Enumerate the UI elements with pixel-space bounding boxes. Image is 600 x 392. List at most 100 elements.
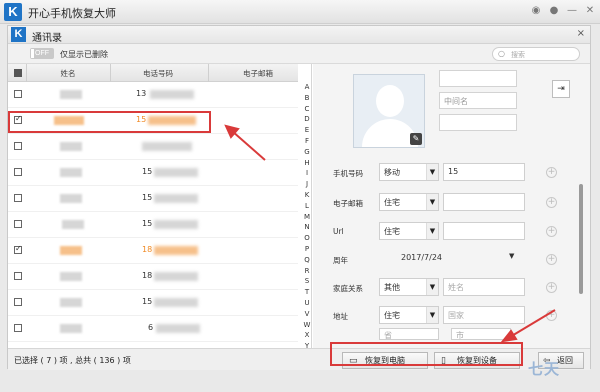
table-row[interactable]: 13 <box>8 82 298 108</box>
alphabet-index[interactable]: ABCDEFGHIJKLMNOPQRSTUVWXYZ <box>302 82 312 363</box>
relation-type-select[interactable]: 其他 ▼ <box>379 278 439 296</box>
alphabet-letter[interactable]: J <box>302 179 312 190</box>
chevron-down-icon[interactable]: ▼ <box>509 252 514 260</box>
alphabet-letter[interactable]: W <box>302 320 312 331</box>
url-type-select[interactable]: 住宅 ▼ <box>379 222 439 240</box>
relation-name-field[interactable]: 姓名 <box>443 278 525 296</box>
contact-phone: 15 <box>142 193 153 202</box>
row-checkbox[interactable] <box>14 168 22 176</box>
add-email-icon[interactable]: + <box>546 197 557 208</box>
field-label-anniversary: 周年 <box>333 256 348 265</box>
row-checkbox[interactable] <box>14 324 22 332</box>
table-row[interactable]: 15 <box>8 186 298 212</box>
alphabet-letter[interactable]: B <box>302 93 312 104</box>
alphabet-letter[interactable]: O <box>302 233 312 244</box>
alphabet-letter[interactable]: F <box>302 136 312 147</box>
contact-name <box>60 168 82 177</box>
add-relation-icon[interactable]: + <box>546 282 557 293</box>
province-field[interactable]: 省 <box>379 328 439 340</box>
contact-phone-redacted <box>154 220 198 229</box>
row-checkbox[interactable] <box>14 244 22 254</box>
middle-name-field[interactable]: 中间名 <box>439 92 517 109</box>
alphabet-letter[interactable]: I <box>302 168 312 179</box>
row-checkbox[interactable] <box>14 220 22 228</box>
alphabet-letter[interactable]: R <box>302 266 312 277</box>
column-divider <box>26 64 27 82</box>
alphabet-letter[interactable]: S <box>302 276 312 287</box>
contact-phone-redacted <box>154 298 198 307</box>
country-field[interactable]: 国家 <box>443 306 525 324</box>
contact-name <box>62 220 84 229</box>
table-row[interactable]: 18 <box>8 238 298 264</box>
table-row[interactable]: 15 <box>8 290 298 316</box>
table-row[interactable]: 6 <box>8 316 298 342</box>
contact-avatar: ✎ <box>353 74 425 148</box>
row-checkbox[interactable] <box>14 194 22 202</box>
row-checkbox[interactable] <box>14 142 22 150</box>
last-name-field[interactable] <box>439 114 517 131</box>
table-row[interactable]: 15 <box>8 160 298 186</box>
alphabet-letter[interactable]: H <box>302 158 312 169</box>
contact-name <box>60 298 82 307</box>
email-field[interactable] <box>443 193 525 211</box>
alphabet-letter[interactable]: E <box>302 125 312 136</box>
table-row[interactable]: 15 <box>8 212 298 238</box>
minimize-icon[interactable]: — <box>566 5 578 17</box>
contact-phone: 13 <box>136 89 147 98</box>
contact-name <box>60 194 82 203</box>
row-checkbox[interactable] <box>14 90 22 98</box>
alphabet-letter[interactable]: V <box>302 309 312 320</box>
row-checkbox[interactable] <box>14 272 22 280</box>
add-url-icon[interactable]: + <box>546 226 557 237</box>
title-bar: K 开心手机恢复大师 ◉ ● — ✕ <box>0 0 600 24</box>
detail-scrollbar[interactable] <box>579 184 583 294</box>
alphabet-letter[interactable]: U <box>302 298 312 309</box>
contact-phone: 18 <box>142 245 153 254</box>
select-all-checkbox[interactable] <box>14 69 22 77</box>
alphabet-letter[interactable]: D <box>302 114 312 125</box>
table-row[interactable]: 18 <box>8 264 298 290</box>
field-label-relation: 家庭关系 <box>333 284 363 293</box>
export-contact-button[interactable]: ⇥ <box>552 80 570 98</box>
alphabet-letter[interactable]: T <box>302 287 312 298</box>
only-deleted-toggle[interactable]: OFF <box>30 48 54 59</box>
phone-number-field[interactable]: 15 <box>443 163 525 181</box>
contact-phone: 15 <box>142 167 153 176</box>
alphabet-letter[interactable]: K <box>302 190 312 201</box>
alphabet-letter[interactable]: G <box>302 147 312 158</box>
column-name[interactable]: 姓名 <box>48 68 88 79</box>
first-name-field[interactable] <box>439 70 517 87</box>
alphabet-letter[interactable]: L <box>302 201 312 212</box>
email-type-select[interactable]: 住宅 ▼ <box>379 193 439 211</box>
chat-icon[interactable]: ● <box>548 5 560 17</box>
alphabet-letter[interactable]: M <box>302 212 312 223</box>
alphabet-letter[interactable]: N <box>302 222 312 233</box>
city-field[interactable]: 市 <box>451 328 511 340</box>
table-row[interactable] <box>8 134 298 160</box>
column-phone[interactable]: 电话号码 <box>128 68 188 79</box>
row-checkbox[interactable] <box>14 298 22 306</box>
alphabet-letter[interactable]: P <box>302 244 312 255</box>
edit-avatar-icon[interactable]: ✎ <box>410 133 422 145</box>
alphabet-letter[interactable]: C <box>302 104 312 115</box>
contact-name <box>60 142 82 151</box>
search-input[interactable]: ○ 搜索 <box>492 47 580 61</box>
anniversary-date[interactable]: 2017/7/24 <box>379 250 507 268</box>
add-phone-icon[interactable]: + <box>546 167 557 178</box>
phone-type-select[interactable]: 移动 ▼ <box>379 163 439 181</box>
alphabet-letter[interactable]: A <box>302 82 312 93</box>
contact-detail: ✎ 中间名 ⇥ 手机号码 移动 ▼ 15 + 电子邮箱 住宅 ▼ + Url 住宅 ▼… <box>313 64 590 348</box>
watermark: 七天 <box>528 360 561 378</box>
contact-phone: 18 <box>142 271 153 280</box>
address-type-select[interactable]: 住宅 ▼ <box>379 306 439 324</box>
contact-phone: 6 <box>148 323 154 332</box>
panel-close-button[interactable]: × <box>577 28 585 39</box>
column-email[interactable]: 电子邮箱 <box>228 68 288 79</box>
alphabet-letter[interactable]: X <box>302 330 312 341</box>
url-field[interactable] <box>443 222 525 240</box>
add-address-icon[interactable]: + <box>546 310 557 321</box>
close-icon[interactable]: ✕ <box>584 5 596 17</box>
add-date-icon[interactable]: + <box>546 254 557 265</box>
wechat-icon[interactable]: ◉ <box>530 5 542 17</box>
alphabet-letter[interactable]: Q <box>302 255 312 266</box>
